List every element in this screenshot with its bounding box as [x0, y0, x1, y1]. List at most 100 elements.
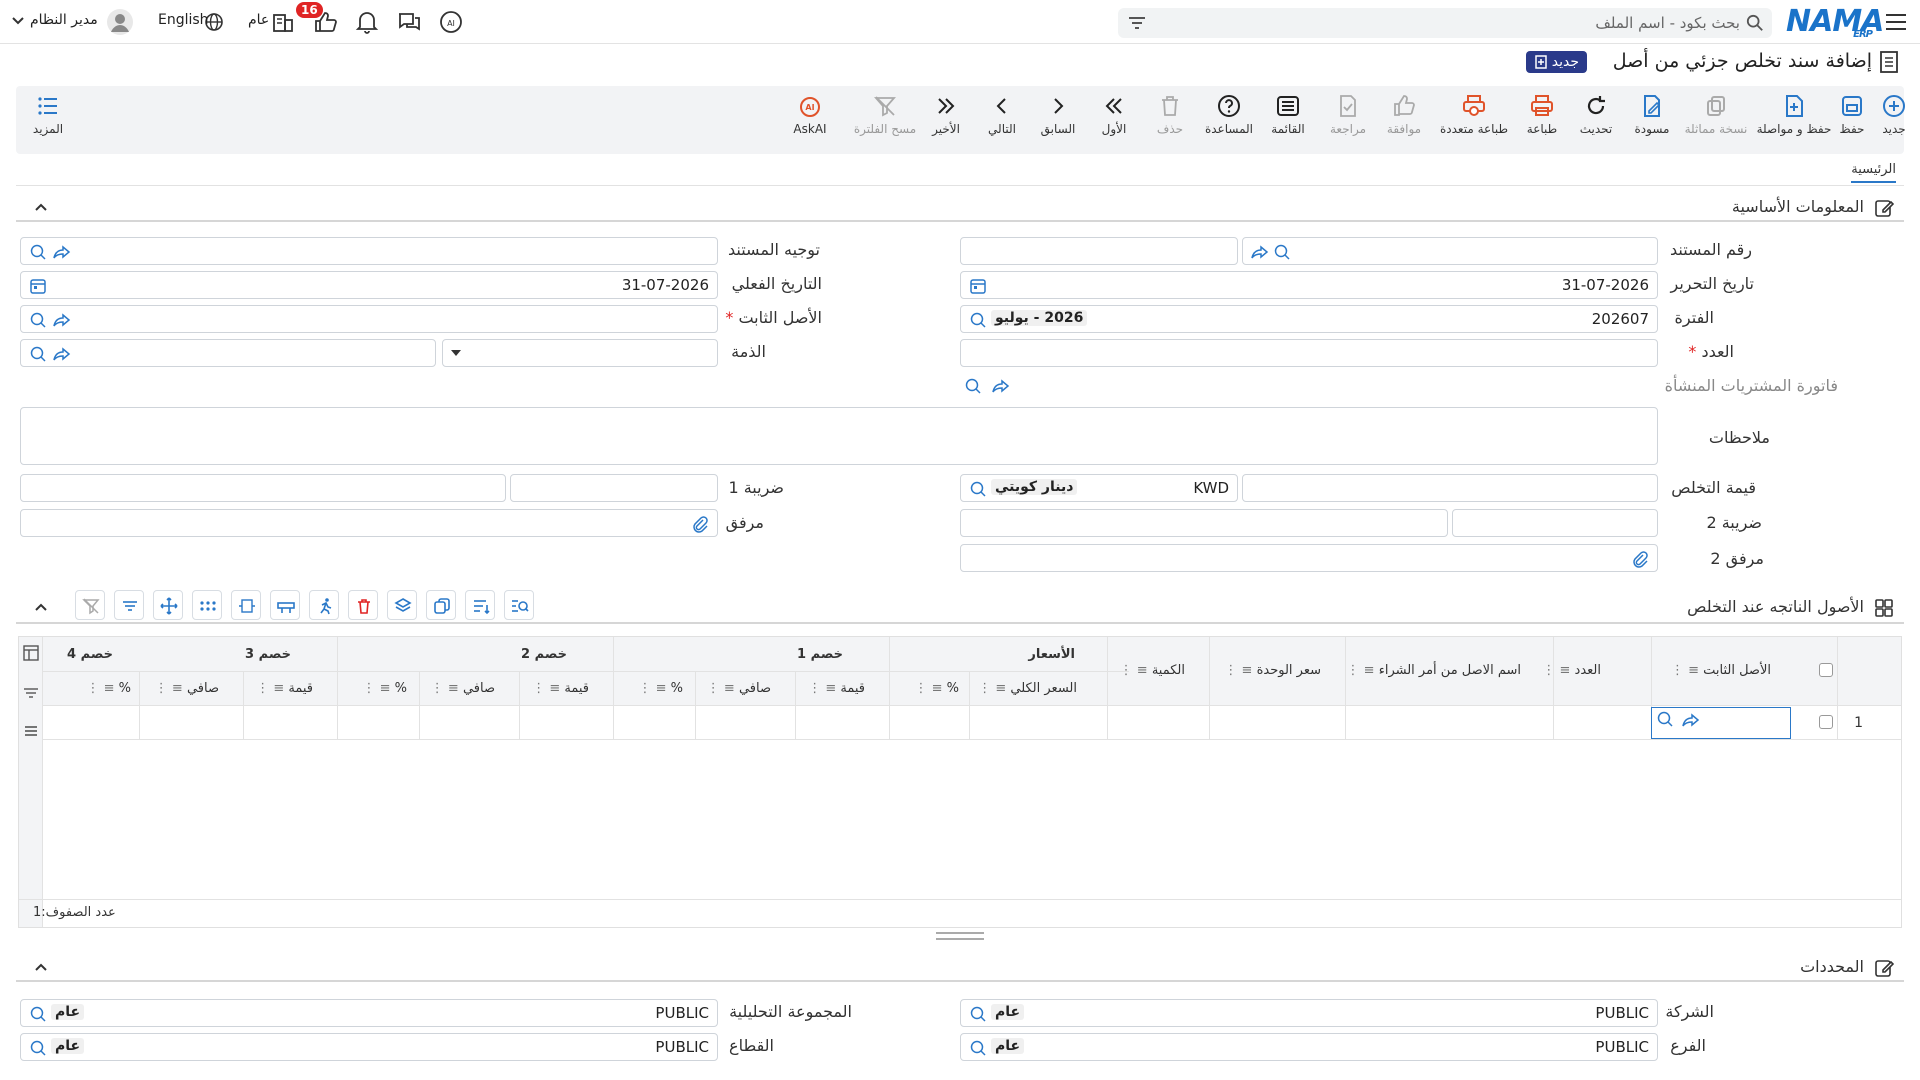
paperclip-icon[interactable] — [1631, 550, 1649, 568]
grid-clear-filter-button[interactable] — [75, 590, 105, 620]
filter-icon[interactable] — [1128, 15, 1146, 31]
ask-ai-icon[interactable]: AI — [438, 9, 464, 35]
print-button[interactable]: طباعة — [1510, 94, 1574, 136]
grid-filter-button[interactable] — [114, 590, 144, 620]
scope-label[interactable]: عام — [248, 12, 269, 28]
dimensions-header[interactable]: المحددات — [16, 952, 1904, 982]
next-button[interactable]: التالي — [970, 94, 1034, 136]
list-button[interactable]: القائمة — [1256, 94, 1320, 136]
sector-field[interactable]: عام PUBLIC — [20, 1033, 718, 1061]
col-d2-pct[interactable]: % ≡ ⋮ — [638, 681, 683, 696]
write-date-field[interactable]: 31-07-2026 — [960, 271, 1658, 299]
avatar[interactable] — [106, 8, 134, 36]
doc-direction-field[interactable] — [20, 237, 718, 265]
previous-button[interactable]: السابق — [1026, 94, 1090, 136]
language-switch[interactable]: English — [158, 12, 209, 28]
more-button[interactable]: المزيد — [16, 94, 80, 136]
grid-sort-button[interactable] — [465, 590, 495, 620]
share-icon[interactable] — [53, 243, 71, 261]
doc-number-field[interactable] — [1242, 237, 1658, 265]
review-button[interactable]: مراجعة — [1316, 94, 1380, 136]
share-icon[interactable] — [53, 345, 71, 363]
tab-main[interactable]: الرئيسية — [1851, 162, 1896, 183]
col-po-asset-name[interactable]: اسم الاصل من أمر الشراء ≡ ⋮ — [1347, 663, 1521, 678]
attachment2-field[interactable] — [960, 544, 1658, 572]
grid-run-button[interactable] — [309, 590, 339, 620]
share-icon[interactable] — [1682, 711, 1700, 729]
share-icon[interactable] — [992, 377, 1010, 395]
chevron-down-icon[interactable] — [12, 16, 24, 26]
branch-field[interactable]: عام PUBLIC — [960, 1033, 1658, 1061]
lookup-icon[interactable] — [29, 345, 47, 363]
grid-copy-button[interactable] — [426, 590, 456, 620]
tax1-value-field[interactable] — [20, 474, 506, 502]
calendar-icon[interactable] — [29, 277, 47, 295]
fixed-asset-cell-editor[interactable] — [1651, 707, 1791, 739]
columns-icon[interactable] — [23, 645, 39, 661]
col-d1-net[interactable]: صافي ≡ ⋮ — [707, 681, 771, 696]
lookup-icon[interactable] — [969, 1005, 987, 1023]
lookup-icon[interactable] — [964, 377, 982, 395]
doc-number-secondary-field[interactable] — [960, 237, 1238, 265]
lookup-icon[interactable] — [969, 480, 987, 498]
lookup-icon[interactable] — [29, 243, 47, 261]
col-d1-value[interactable]: قيمة ≡ ⋮ — [808, 681, 865, 696]
count-field[interactable] — [960, 339, 1658, 367]
col-unit-price[interactable]: سعر الوحدة ≡ ⋮ — [1224, 663, 1321, 678]
duplicate-button[interactable]: نسخة مماثلة — [1678, 94, 1754, 136]
grid-table-button[interactable] — [270, 590, 300, 620]
delete-button[interactable]: حذف — [1138, 94, 1202, 136]
share-icon[interactable] — [53, 311, 71, 329]
first-button[interactable]: الأول — [1082, 94, 1146, 136]
col-d3-pct[interactable]: % ≡ ⋮ — [362, 681, 407, 696]
liability-select[interactable] — [442, 339, 718, 367]
grid-search-button[interactable] — [504, 590, 534, 620]
tax2-rate-field[interactable] — [1452, 509, 1658, 537]
chevron-up-icon[interactable] — [34, 960, 48, 974]
col-count[interactable]: العدد ≡ ⋮ — [1542, 663, 1601, 678]
chevron-up-icon[interactable] — [34, 600, 48, 614]
actual-date-field[interactable]: 31-07-2026 — [20, 271, 718, 299]
disposal-value-field[interactable] — [1242, 474, 1658, 502]
clear-filter-button[interactable]: مسح الفلترة — [850, 94, 920, 136]
col-d4-pct[interactable]: % ≡ ⋮ — [86, 681, 131, 696]
save-continue-button[interactable]: حفظ و مواصلة — [1752, 94, 1836, 136]
chat-icon[interactable] — [396, 9, 422, 35]
resize-handle[interactable] — [936, 932, 984, 940]
multi-print-button[interactable]: طباعة متعددة — [1434, 94, 1514, 136]
lookup-icon[interactable] — [1656, 710, 1674, 728]
col-d2-net[interactable]: صافي ≡ ⋮ — [431, 681, 495, 696]
company-icon[interactable] — [270, 9, 296, 35]
calendar-icon[interactable] — [969, 277, 987, 295]
lookup-icon[interactable] — [29, 1039, 47, 1057]
help-button[interactable]: المساعدة — [1194, 94, 1264, 136]
approve-button[interactable]: موافقة — [1372, 94, 1436, 136]
grid-layers-button[interactable] — [387, 590, 417, 620]
attachment-field[interactable] — [20, 509, 718, 537]
currency-field[interactable]: دينار كويتي KWD — [960, 474, 1238, 502]
tax1-rate-field[interactable] — [510, 474, 718, 502]
askai-button[interactable]: AI AskAI — [778, 94, 842, 136]
company-field[interactable]: عام PUBLIC — [960, 999, 1658, 1027]
share-icon[interactable] — [1251, 243, 1269, 261]
chevron-up-icon[interactable] — [34, 200, 48, 214]
lookup-icon[interactable] — [29, 311, 47, 329]
menu-icon[interactable] — [1884, 9, 1908, 33]
grid-delete-button[interactable] — [348, 590, 378, 620]
col-d2-value[interactable]: قيمة ≡ ⋮ — [532, 681, 589, 696]
basic-info-header[interactable]: المعلومات الأساسية — [16, 192, 1904, 222]
grid-dots-button[interactable] — [192, 590, 222, 620]
search-input[interactable] — [1180, 11, 1740, 35]
fixed-asset-field[interactable] — [20, 305, 718, 333]
filter-icon[interactable] — [23, 685, 39, 701]
lookup-icon[interactable] — [969, 311, 987, 329]
lookup-icon[interactable] — [969, 1039, 987, 1057]
paperclip-icon[interactable] — [691, 515, 709, 533]
col-total-price[interactable]: السعر الكلي ≡ ⋮ — [978, 681, 1077, 696]
user-name[interactable]: مدير النظام — [30, 12, 98, 28]
row-checkbox[interactable] — [1819, 715, 1833, 729]
col-fixed-asset[interactable]: الأصل الثابت ≡ ⋮ — [1671, 663, 1771, 678]
grid-fit-button[interactable] — [231, 590, 261, 620]
lookup-icon[interactable] — [29, 1005, 47, 1023]
col-d3-net[interactable]: صافي ≡ ⋮ — [155, 681, 219, 696]
